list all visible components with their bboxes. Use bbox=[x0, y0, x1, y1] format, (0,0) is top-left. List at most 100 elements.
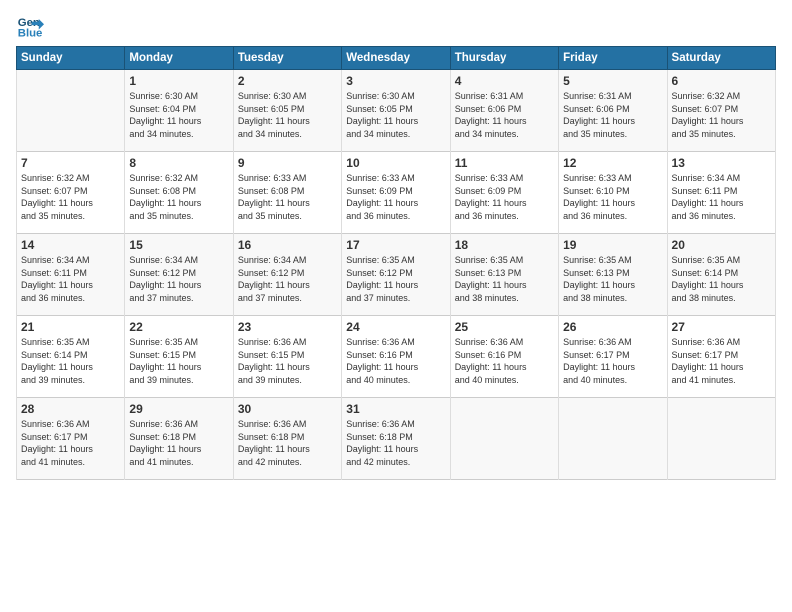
day-content: Sunrise: 6:33 AMSunset: 6:09 PMDaylight:… bbox=[455, 172, 554, 222]
daylight-hours-text: Daylight: 11 hours bbox=[346, 443, 445, 456]
logo-icon: Gen Blue bbox=[16, 12, 44, 40]
daylight-minutes-text: and 35 minutes. bbox=[21, 210, 120, 223]
day-content: Sunrise: 6:35 AMSunset: 6:14 PMDaylight:… bbox=[21, 336, 120, 386]
header-cell-tuesday: Tuesday bbox=[233, 47, 341, 70]
sunrise-text: Sunrise: 6:35 AM bbox=[563, 254, 662, 267]
day-number: 31 bbox=[346, 402, 445, 416]
day-number: 5 bbox=[563, 74, 662, 88]
day-cell: 23 Sunrise: 6:36 AMSunset: 6:15 PMDayligh… bbox=[233, 316, 341, 398]
day-cell: 14Sunrise: 6:34 AMSunset: 6:11 PMDayligh… bbox=[17, 234, 125, 316]
day-number: 19 bbox=[563, 238, 662, 252]
header-cell-thursday: Thursday bbox=[450, 47, 558, 70]
week-row-2: 7Sunrise: 6:32 AMSunset: 6:07 PMDaylight… bbox=[17, 152, 776, 234]
sunrise-text: Sunrise: 6:31 AM bbox=[455, 90, 554, 103]
day-cell: 8Sunrise: 6:32 AMSunset: 6:08 PMDaylight… bbox=[125, 152, 233, 234]
sunset-text: Sunset: 6:09 PM bbox=[346, 185, 445, 198]
day-cell: 25Sunrise: 6:36 AMSunset: 6:16 PMDayligh… bbox=[450, 316, 558, 398]
daylight-minutes-text: and 36 minutes. bbox=[672, 210, 771, 223]
sunset-text: Sunset: 6:18 PM bbox=[346, 431, 445, 444]
day-content: Sunrise: 6:36 AMSunset: 6:15 PMDaylight:… bbox=[238, 336, 337, 386]
header-cell-monday: Monday bbox=[125, 47, 233, 70]
week-row-5: 28Sunrise: 6:36 AMSunset: 6:17 PMDayligh… bbox=[17, 398, 776, 480]
day-number: 7 bbox=[21, 156, 120, 170]
sunrise-text: Sunrise: 6:31 AM bbox=[563, 90, 662, 103]
sunset-text: Sunset: 6:15 PM bbox=[238, 349, 337, 362]
daylight-minutes-text: and 37 minutes. bbox=[346, 292, 445, 305]
day-content: Sunrise: 6:33 AMSunset: 6:09 PMDaylight:… bbox=[346, 172, 445, 222]
sunrise-text: Sunrise: 6:35 AM bbox=[455, 254, 554, 267]
daylight-hours-text: Daylight: 11 hours bbox=[672, 361, 771, 374]
day-cell: 31 Sunrise: 6:36 AMSunset: 6:18 PMDayligh… bbox=[342, 398, 450, 480]
sunrise-text: Sunrise: 6:36 AM bbox=[238, 336, 337, 349]
daylight-hours-text: Daylight: 11 hours bbox=[346, 279, 445, 292]
daylight-hours-text: Daylight: 11 hours bbox=[346, 115, 445, 128]
day-number: 17 bbox=[346, 238, 445, 252]
daylight-hours-text: Daylight: 11 hours bbox=[346, 197, 445, 210]
day-cell: 26Sunrise: 6:36 AMSunset: 6:17 PMDayligh… bbox=[559, 316, 667, 398]
day-cell: 24Sunrise: 6:36 AMSunset: 6:16 PMDayligh… bbox=[342, 316, 450, 398]
sunset-text: Sunset: 6:05 PM bbox=[238, 103, 337, 116]
sunset-text: Sunset: 6:09 PM bbox=[455, 185, 554, 198]
daylight-hours-text: Daylight: 11 hours bbox=[455, 361, 554, 374]
day-content: Sunrise: 6:36 AMSunset: 6:18 PMDaylight:… bbox=[346, 418, 445, 468]
sunset-text: Sunset: 6:16 PM bbox=[346, 349, 445, 362]
day-cell: 3 Sunrise: 6:30 AMSunset: 6:05 PMDaylight… bbox=[342, 70, 450, 152]
daylight-minutes-text: and 34 minutes. bbox=[238, 128, 337, 141]
day-number: 3 bbox=[346, 74, 445, 88]
sunset-text: Sunset: 6:06 PM bbox=[455, 103, 554, 116]
daylight-minutes-text: and 37 minutes. bbox=[238, 292, 337, 305]
daylight-hours-text: Daylight: 11 hours bbox=[129, 443, 228, 456]
calendar-body: 1Sunrise: 6:30 AMSunset: 6:04 PMDaylight… bbox=[17, 70, 776, 480]
day-cell: 29Sunrise: 6:36 AMSunset: 6:18 PMDayligh… bbox=[125, 398, 233, 480]
calendar-table: SundayMondayTuesdayWednesdayThursdayFrid… bbox=[16, 46, 776, 480]
sunrise-text: Sunrise: 6:35 AM bbox=[129, 336, 228, 349]
day-cell: 4Sunrise: 6:31 AMSunset: 6:06 PMDaylight… bbox=[450, 70, 558, 152]
daylight-minutes-text: and 38 minutes. bbox=[455, 292, 554, 305]
daylight-hours-text: Daylight: 11 hours bbox=[455, 115, 554, 128]
daylight-minutes-text: and 34 minutes. bbox=[455, 128, 554, 141]
day-cell: 19 Sunrise: 6:35 AMSunset: 6:13 PMDayligh… bbox=[559, 234, 667, 316]
sunrise-text: Sunrise: 6:36 AM bbox=[563, 336, 662, 349]
sunset-text: Sunset: 6:17 PM bbox=[563, 349, 662, 362]
daylight-hours-text: Daylight: 11 hours bbox=[129, 115, 228, 128]
week-row-4: 21Sunrise: 6:35 AMSunset: 6:14 PMDayligh… bbox=[17, 316, 776, 398]
day-cell: 28Sunrise: 6:36 AMSunset: 6:17 PMDayligh… bbox=[17, 398, 125, 480]
day-content: Sunrise: 6:30 AMSunset: 6:05 PMDaylight:… bbox=[346, 90, 445, 140]
day-content: Sunrise: 6:36 AMSunset: 6:16 PMDaylight:… bbox=[455, 336, 554, 386]
day-content: Sunrise: 6:31 AMSunset: 6:06 PMDaylight:… bbox=[563, 90, 662, 140]
header: Gen Blue bbox=[16, 12, 776, 40]
day-content: Sunrise: 6:35 AMSunset: 6:13 PMDaylight:… bbox=[455, 254, 554, 304]
daylight-minutes-text: and 35 minutes. bbox=[563, 128, 662, 141]
day-cell: 5 Sunrise: 6:31 AMSunset: 6:06 PMDaylight… bbox=[559, 70, 667, 152]
day-cell bbox=[17, 70, 125, 152]
sunrise-text: Sunrise: 6:33 AM bbox=[346, 172, 445, 185]
sunrise-text: Sunrise: 6:30 AM bbox=[129, 90, 228, 103]
daylight-minutes-text: and 36 minutes. bbox=[563, 210, 662, 223]
day-cell: 30Sunrise: 6:36 AMSunset: 6:18 PMDayligh… bbox=[233, 398, 341, 480]
day-content: Sunrise: 6:36 AMSunset: 6:17 PMDaylight:… bbox=[21, 418, 120, 468]
daylight-minutes-text: and 39 minutes. bbox=[238, 374, 337, 387]
sunrise-text: Sunrise: 6:34 AM bbox=[21, 254, 120, 267]
day-cell: 18Sunrise: 6:35 AMSunset: 6:13 PMDayligh… bbox=[450, 234, 558, 316]
day-cell: 10Sunrise: 6:33 AMSunset: 6:09 PMDayligh… bbox=[342, 152, 450, 234]
day-cell bbox=[450, 398, 558, 480]
day-cell: 7Sunrise: 6:32 AMSunset: 6:07 PMDaylight… bbox=[17, 152, 125, 234]
sunset-text: Sunset: 6:07 PM bbox=[21, 185, 120, 198]
day-number: 15 bbox=[129, 238, 228, 252]
day-content: Sunrise: 6:31 AMSunset: 6:06 PMDaylight:… bbox=[455, 90, 554, 140]
day-number: 22 bbox=[129, 320, 228, 334]
day-content: Sunrise: 6:33 AMSunset: 6:10 PMDaylight:… bbox=[563, 172, 662, 222]
day-cell: 16Sunrise: 6:34 AMSunset: 6:12 PMDayligh… bbox=[233, 234, 341, 316]
day-content: Sunrise: 6:35 AMSunset: 6:13 PMDaylight:… bbox=[563, 254, 662, 304]
sunset-text: Sunset: 6:13 PM bbox=[563, 267, 662, 280]
sunset-text: Sunset: 6:17 PM bbox=[672, 349, 771, 362]
daylight-minutes-text: and 36 minutes. bbox=[21, 292, 120, 305]
day-number: 23 bbox=[238, 320, 337, 334]
sunrise-text: Sunrise: 6:36 AM bbox=[238, 418, 337, 431]
sunset-text: Sunset: 6:14 PM bbox=[672, 267, 771, 280]
day-cell: 13Sunrise: 6:34 AMSunset: 6:11 PMDayligh… bbox=[667, 152, 775, 234]
sunset-text: Sunset: 6:16 PM bbox=[455, 349, 554, 362]
sunrise-text: Sunrise: 6:35 AM bbox=[346, 254, 445, 267]
header-cell-sunday: Sunday bbox=[17, 47, 125, 70]
sunrise-text: Sunrise: 6:30 AM bbox=[238, 90, 337, 103]
